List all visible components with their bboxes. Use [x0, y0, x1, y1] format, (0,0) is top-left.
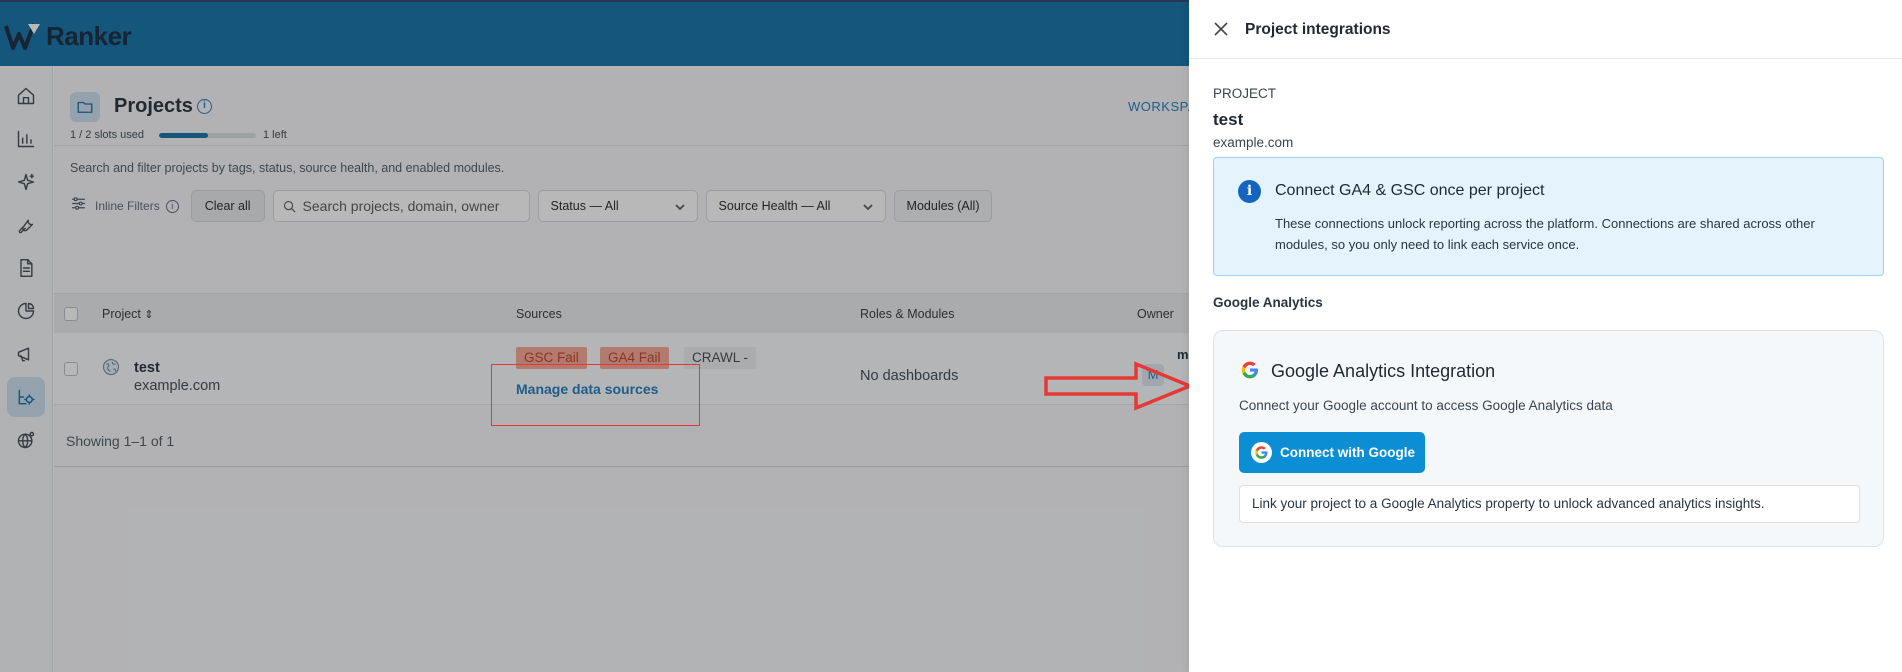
- ga-card-title: Google Analytics Integration: [1271, 361, 1496, 381]
- ga-card-description: Connect your Google account to access Go…: [1239, 398, 1613, 413]
- connect-info-callout: i Connect GA4 & GSC once per project The…: [1213, 157, 1884, 276]
- google-logo-icon: [1241, 361, 1258, 379]
- ga-link-note: Link your project to a Google Analytics …: [1239, 485, 1860, 523]
- info-icon: i: [1238, 180, 1261, 203]
- connect-with-google-button[interactable]: Connect with Google: [1239, 432, 1425, 473]
- drawer-project-domain: example.com: [1213, 135, 1294, 150]
- info-callout-body: These connections unlock reporting acros…: [1275, 216, 1815, 252]
- project-label: PROJECT: [1213, 86, 1277, 101]
- close-button[interactable]: [1213, 21, 1231, 39]
- close-icon: [1214, 22, 1228, 36]
- info-callout-title: Connect GA4 & GSC once per project: [1275, 182, 1545, 199]
- ga-integration-card: Google Analytics Integration Connect you…: [1213, 330, 1884, 547]
- drawer-header: Project integrations: [1189, 0, 1902, 59]
- annotation-highlight-box: [491, 364, 700, 426]
- annotation-arrow-icon: [1044, 361, 1194, 411]
- google-g-icon: [1251, 442, 1272, 463]
- project-integrations-drawer: Project integrations PROJECT test exampl…: [1189, 0, 1902, 672]
- connect-button-label: Connect with Google: [1280, 445, 1415, 460]
- drawer-title: Project integrations: [1245, 21, 1391, 38]
- google-analytics-section-label: Google Analytics: [1213, 295, 1323, 310]
- drawer-project-name: test: [1213, 110, 1244, 129]
